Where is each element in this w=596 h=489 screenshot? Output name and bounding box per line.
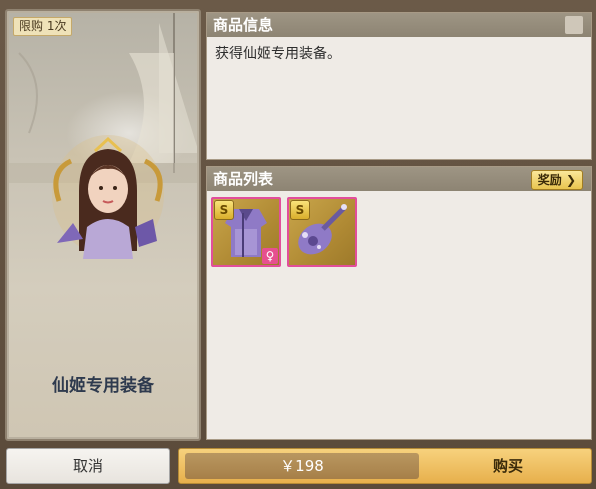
- cancel-button[interactable]: 取消: [6, 448, 170, 484]
- female-gender-icon: ♀: [262, 248, 278, 264]
- product-illustration: 限购 1次 仙姬专用装备: [9, 13, 197, 437]
- item-slot-guitar[interactable]: S: [287, 197, 357, 267]
- product-info-header: 商品信息: [207, 13, 591, 37]
- buy-button-label: 购买: [492, 457, 523, 475]
- product-title: 仙姬专用装备: [52, 376, 154, 396]
- character-portrait: [49, 131, 167, 259]
- product-list-title: 商品列表: [213, 170, 274, 188]
- product-info-title: 商品信息: [213, 16, 274, 34]
- product-info-panel: 商品信息 获得仙姬专用装备。: [206, 12, 592, 160]
- item-grade-badge: S: [214, 200, 234, 220]
- purchase-limit-badge: 限购 1次: [13, 17, 73, 36]
- price-display: ￥198: [185, 453, 419, 479]
- buy-button[interactable]: ￥198 购买: [178, 448, 592, 484]
- panel-corner-decoration: [565, 16, 583, 34]
- item-grade-badge: S: [290, 200, 310, 220]
- product-description: 获得仙姬专用装备。: [215, 46, 341, 62]
- item-slot-robe[interactable]: S ♀: [211, 197, 281, 267]
- product-list-header: 商品列表 奖励 ❯: [207, 167, 591, 191]
- reward-button[interactable]: 奖励 ❯: [530, 170, 583, 190]
- product-list-panel: 商品列表 奖励 ❯ S ♀ S: [206, 166, 592, 440]
- product-card: 限购 1次 仙姬专用装备: [5, 9, 201, 441]
